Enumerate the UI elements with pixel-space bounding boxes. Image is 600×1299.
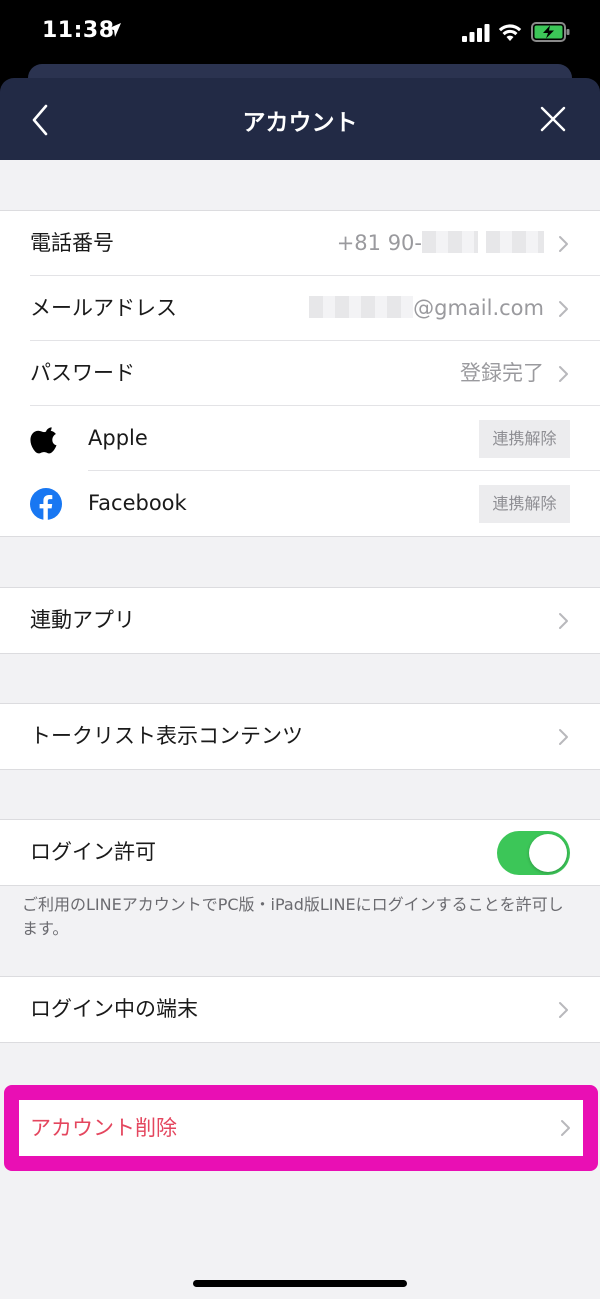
logged-in-devices-group: ログイン中の端末 <box>0 976 600 1043</box>
close-icon[interactable] <box>538 104 568 134</box>
facebook-unlink-button[interactable]: 連携解除 <box>479 485 570 523</box>
account-info-group: 電話番号 +81 90- メールアドレス @gmail.com パスワード 登録… <box>0 210 600 537</box>
login-allow-group: ログイン許可 <box>0 819 600 886</box>
talk-list-content-label: トークリスト表示コンテンツ <box>30 724 303 748</box>
logged-in-devices-row[interactable]: ログイン中の端末 <box>0 977 600 1042</box>
apple-label: Apple <box>88 426 148 450</box>
password-status: 登録完了 <box>460 361 544 385</box>
linked-apps-row[interactable]: 連動アプリ <box>0 588 600 653</box>
status-time: 11:38 <box>42 18 115 43</box>
apple-link-row: Apple 連携解除 <box>0 406 600 471</box>
chevron-right-icon <box>559 613 568 629</box>
linked-apps-group: 連動アプリ <box>0 587 600 654</box>
login-allow-description: ご利用のLINEアカウントでPC版・iPad版LINEにログインすることを許可し… <box>22 895 564 938</box>
chevron-right-icon <box>559 1002 568 1018</box>
chevron-right-icon <box>559 366 568 382</box>
login-allow-label: ログイン許可 <box>30 840 156 864</box>
delete-account-row[interactable]: アカウント削除 <box>19 1100 583 1156</box>
chevron-right-icon <box>559 729 568 745</box>
blurred-segment <box>422 231 478 253</box>
email-domain: @gmail.com <box>413 296 544 320</box>
password-label: パスワード <box>30 361 135 385</box>
cellular-signal-icon <box>462 24 490 42</box>
toggle-knob <box>529 834 567 872</box>
delete-account-label: アカウント削除 <box>30 1116 177 1140</box>
navigation-header: アカウント <box>0 78 600 160</box>
linked-apps-label: 連動アプリ <box>30 608 135 632</box>
logged-in-devices-label: ログイン中の端末 <box>30 997 198 1021</box>
facebook-label: Facebook <box>88 491 187 515</box>
location-arrow-icon <box>107 23 121 37</box>
phone-number-prefix: +81 90- <box>336 231 422 255</box>
phone-number-row[interactable]: 電話番号 +81 90- <box>0 211 600 276</box>
settings-content: 電話番号 +81 90- メールアドレス @gmail.com パスワード 登録… <box>0 160 600 1299</box>
phone-number-value: +81 90- <box>337 211 544 276</box>
chevron-right-icon <box>559 236 568 252</box>
login-allow-toggle[interactable] <box>497 831 570 875</box>
facebook-link-row: Facebook 連携解除 <box>0 471 600 536</box>
phone-number-label: 電話番号 <box>30 231 114 255</box>
apple-icon <box>30 427 57 454</box>
page-title: アカウント <box>242 110 358 136</box>
battery-charging-icon <box>531 22 570 42</box>
blurred-segment <box>309 296 414 318</box>
talk-list-content-row[interactable]: トークリスト表示コンテンツ <box>0 704 600 769</box>
password-row[interactable]: パスワード 登録完了 <box>0 341 600 406</box>
chevron-right-icon <box>561 1120 570 1136</box>
facebook-icon <box>30 488 62 520</box>
talk-list-group: トークリスト表示コンテンツ <box>0 703 600 770</box>
blurred-segment <box>486 231 544 253</box>
login-allow-row: ログイン許可 <box>0 820 600 885</box>
home-indicator <box>193 1280 407 1287</box>
email-label: メールアドレス <box>30 296 177 320</box>
email-value: @gmail.com <box>309 276 544 341</box>
status-bar: 11:38 <box>0 0 600 66</box>
wifi-icon <box>498 24 522 41</box>
chevron-right-icon <box>559 301 568 317</box>
apple-unlink-button[interactable]: 連携解除 <box>479 420 570 458</box>
email-row[interactable]: メールアドレス @gmail.com <box>0 276 600 341</box>
